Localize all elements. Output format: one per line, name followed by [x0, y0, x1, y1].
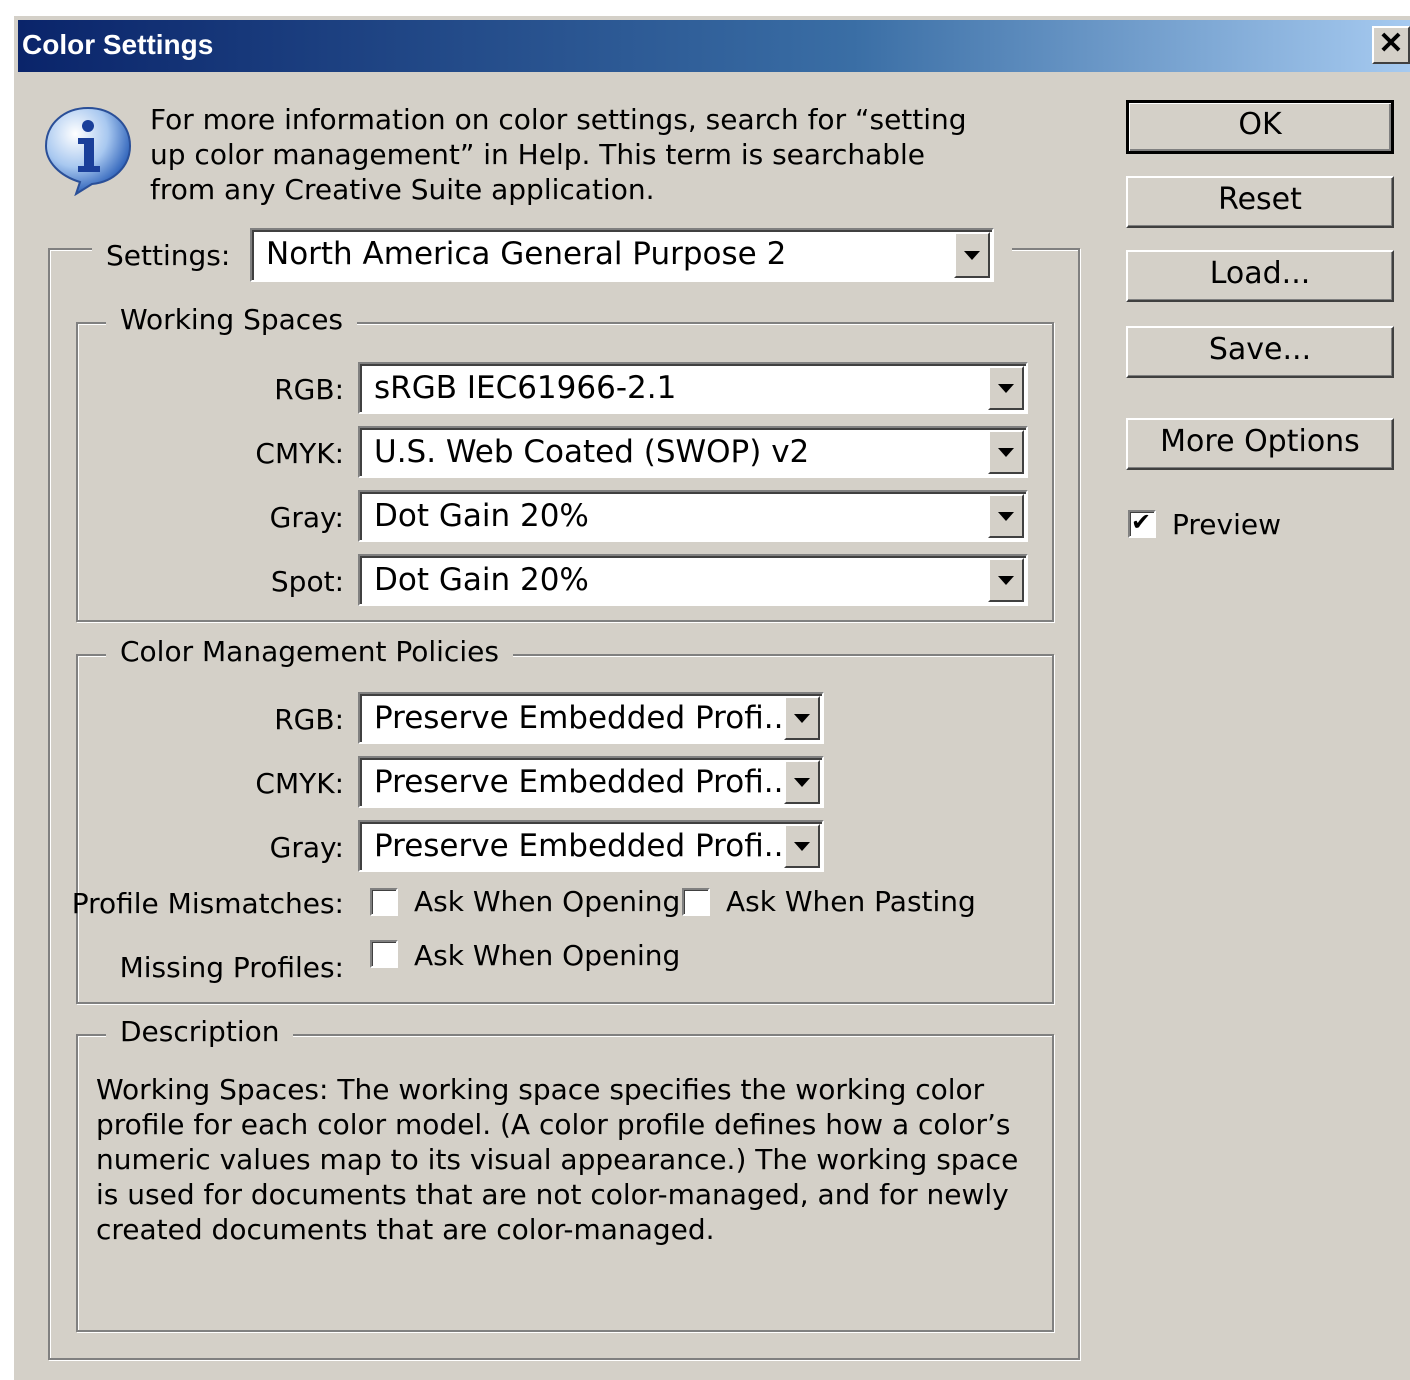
title-bar[interactable]: Color Settings ✕ [18, 20, 1410, 72]
window-title: Color Settings [22, 29, 214, 60]
policy-cmyk-value: Preserve Embedded Profi... [374, 764, 794, 800]
ws-gray-value: Dot Gain 20% [374, 498, 589, 534]
missing-ask-opening-checkbox[interactable] [370, 940, 398, 968]
ws-rgb-label: RGB: [274, 373, 344, 406]
close-icon: ✕ [1378, 27, 1404, 60]
ws-cmyk-value: U.S. Web Coated (SWOP) v2 [374, 434, 810, 470]
ws-spot-label: Spot: [270, 565, 344, 598]
policy-cmyk-dropdown[interactable]: Preserve Embedded Profi... [358, 756, 824, 808]
ws-gray-label: Gray: [269, 501, 344, 534]
policy-gray-dropdown[interactable]: Preserve Embedded Profi... [358, 820, 824, 872]
mismatch-ask-pasting-checkbox[interactable] [682, 888, 710, 916]
settings-dropdown[interactable]: North America General Purpose 2 [250, 228, 994, 282]
policies-legend: Color Management Policies [106, 634, 513, 670]
missing-ask-opening-label[interactable]: Ask When Opening [414, 938, 680, 974]
info-icon [44, 106, 132, 196]
close-button[interactable]: ✕ [1372, 26, 1410, 64]
preview-checkbox[interactable] [1128, 508, 1156, 538]
profile-mismatches-label: Profile Mismatches: [71, 887, 344, 920]
ws-spot-value: Dot Gain 20% [374, 562, 589, 598]
working-spaces-legend: Working Spaces [106, 302, 358, 338]
chevron-down-icon[interactable] [988, 366, 1024, 410]
chevron-down-icon[interactable] [988, 558, 1024, 602]
policy-rgb-label: RGB: [274, 703, 344, 736]
policy-rgb-dropdown[interactable]: Preserve Embedded Profi... [358, 692, 824, 744]
preview-label[interactable]: Preview [1172, 507, 1281, 543]
policy-cmyk-label: CMYK: [255, 767, 344, 800]
ws-gray-dropdown[interactable]: Dot Gain 20% [358, 490, 1028, 542]
chevron-down-icon[interactable] [784, 824, 820, 868]
save-button[interactable]: Save... [1126, 326, 1394, 378]
policy-gray-label: Gray: [269, 831, 344, 864]
ws-rgb-value: sRGB IEC61966-2.1 [374, 370, 677, 406]
mismatch-ask-opening-checkbox[interactable] [370, 888, 398, 916]
load-button[interactable]: Load... [1126, 250, 1394, 302]
chevron-down-icon[interactable] [988, 430, 1024, 474]
reset-button[interactable]: Reset [1126, 176, 1394, 228]
ok-button[interactable]: OK [1126, 100, 1394, 154]
missing-profiles-label: Missing Profiles: [119, 951, 344, 984]
mismatch-ask-opening-label[interactable]: Ask When Opening [414, 884, 680, 920]
description-text: Working Spaces: The working space specif… [96, 1073, 1019, 1246]
info-message: For more information on color settings, … [150, 103, 967, 206]
chevron-down-icon[interactable] [988, 494, 1024, 538]
ws-cmyk-label: CMYK: [255, 437, 344, 470]
policy-rgb-value: Preserve Embedded Profi... [374, 700, 794, 736]
policy-gray-value: Preserve Embedded Profi... [374, 828, 794, 864]
chevron-down-icon[interactable] [784, 760, 820, 804]
description-legend: Description [106, 1014, 294, 1050]
ws-spot-dropdown[interactable]: Dot Gain 20% [358, 554, 1028, 606]
settings-value: North America General Purpose 2 [266, 236, 787, 272]
ws-cmyk-dropdown[interactable]: U.S. Web Coated (SWOP) v2 [358, 426, 1028, 478]
ws-rgb-dropdown[interactable]: sRGB IEC61966-2.1 [358, 362, 1028, 414]
mismatch-ask-pasting-label[interactable]: Ask When Pasting [726, 884, 976, 920]
more-options-button[interactable]: More Options [1126, 418, 1394, 470]
chevron-down-icon[interactable] [954, 232, 990, 278]
settings-label: Settings: [106, 239, 231, 272]
chevron-down-icon[interactable] [784, 696, 820, 740]
